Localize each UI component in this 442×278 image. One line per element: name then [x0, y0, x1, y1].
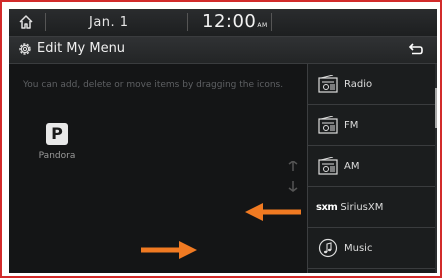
radio-icon: [317, 73, 339, 95]
menu-item-label: SiriusXM: [340, 201, 384, 213]
menu-item-siriusxm[interactable]: sxm SiriusXM: [308, 187, 436, 228]
menu-item-label: FM: [344, 119, 359, 131]
menu-item-music[interactable]: Music: [308, 228, 436, 269]
clock-time: 12:00: [202, 11, 257, 32]
siriusxm-logo: sxm: [316, 201, 338, 213]
annotation-frame: Jan. 1 12:00AM Edit My Menu You can add,…: [0, 0, 442, 278]
home-icon: [19, 15, 33, 29]
radio-icon: [317, 155, 339, 177]
menu-item-label: AM: [344, 160, 360, 172]
drag-arrows-icon: [288, 161, 298, 192]
menu-item-radio[interactable]: Radio: [308, 64, 436, 105]
app-label: Pandora: [38, 151, 76, 161]
menu-item-label: Music: [344, 242, 373, 254]
pandora-icon: P: [46, 123, 68, 145]
scroll-thumb[interactable]: [435, 88, 437, 128]
menu-item-fm[interactable]: FM: [308, 105, 436, 146]
music-note-icon: [317, 237, 339, 259]
date-display: Jan. 1: [89, 15, 129, 30]
divider: [271, 13, 272, 31]
menu-item-am[interactable]: AM: [308, 146, 436, 187]
menu-list: Radio FM AM sxm SiriusXM Music: [307, 64, 436, 273]
divider: [45, 13, 46, 31]
menu-scrollbar[interactable]: [435, 64, 437, 273]
divider: [187, 13, 188, 31]
gear-icon: [19, 43, 31, 55]
back-arrow-icon: [408, 43, 423, 55]
instruction-text: You can add, delete or move items by dra…: [23, 80, 284, 90]
back-button[interactable]: [399, 39, 433, 61]
status-bar: Jan. 1 12:00AM: [9, 9, 437, 37]
clock-display: 12:00AM: [202, 11, 268, 32]
orange-arrow-left-icon: [245, 203, 301, 221]
clock-ampm: AM: [257, 22, 268, 29]
orange-arrow-right-icon: [141, 241, 197, 259]
page-title: Edit My Menu: [37, 41, 126, 56]
menu-item-label: Radio: [344, 78, 373, 90]
radio-icon: [317, 114, 339, 136]
home-button[interactable]: [15, 12, 37, 32]
title-bar: Edit My Menu: [9, 37, 437, 64]
app-tile-pandora[interactable]: P Pandora: [33, 123, 81, 161]
infotainment-screen: Jan. 1 12:00AM Edit My Menu You can add,…: [9, 9, 437, 273]
